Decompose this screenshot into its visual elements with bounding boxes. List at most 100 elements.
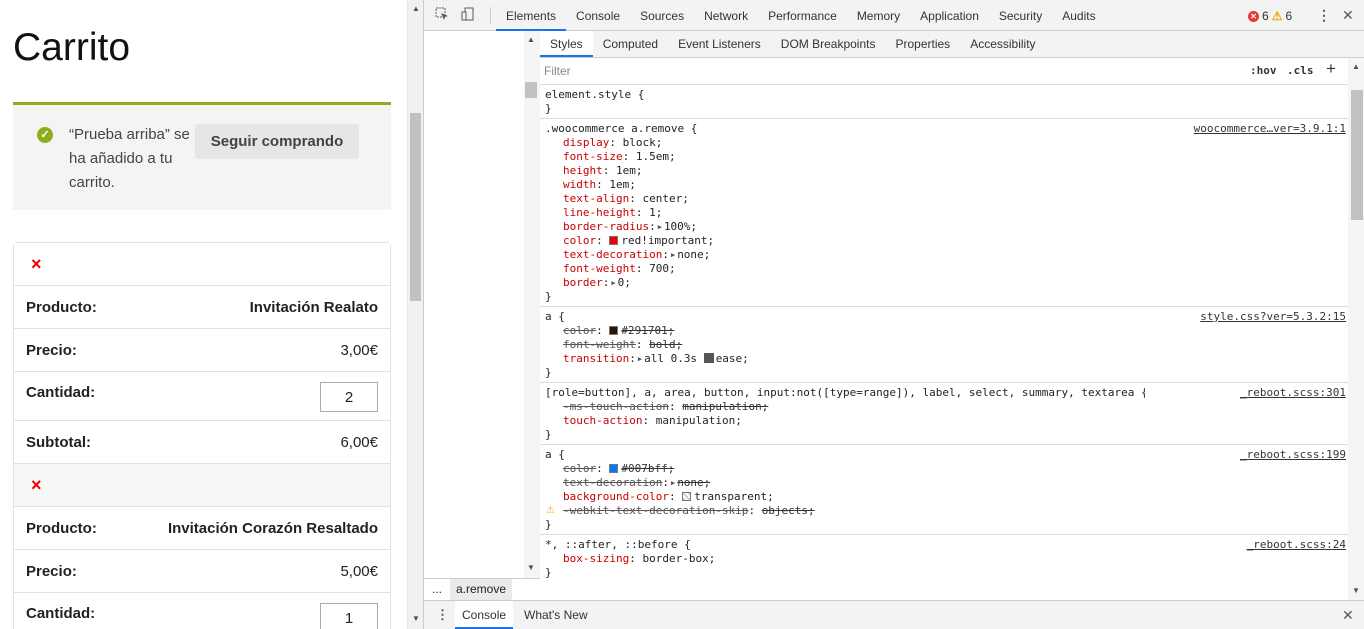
dom-tree-pane[interactable]: ▲ ▼ xyxy=(424,31,540,578)
hov-toggle[interactable]: :hov xyxy=(1250,64,1277,77)
drawer-menu-icon[interactable]: ⋮ xyxy=(436,608,449,621)
tab-accessibility[interactable]: Accessibility xyxy=(960,31,1045,57)
expand-triangle-icon[interactable]: ▶ xyxy=(671,476,675,490)
quantity-input[interactable] xyxy=(320,382,378,412)
property-value: 700; xyxy=(649,262,676,275)
new-style-rule-icon[interactable]: + xyxy=(1326,59,1336,79)
tab-sources[interactable]: Sources xyxy=(630,0,694,31)
product-name[interactable]: Invitación Corazón Resaltado xyxy=(168,520,378,537)
declaration[interactable]: color: red!important; xyxy=(545,234,1344,248)
remove-item-icon[interactable]: × xyxy=(31,254,42,275)
color-swatch[interactable] xyxy=(609,236,619,245)
drawer-bar: ⋮ Console What's New ✕ xyxy=(424,600,1364,629)
expand-triangle-icon[interactable]: ▶ xyxy=(671,248,675,262)
declaration[interactable]: display: block; xyxy=(545,136,1344,150)
style-rule: _reboot.scss:199 a { color: #007bff; tex… xyxy=(540,445,1348,535)
inspect-element-icon[interactable] xyxy=(434,7,450,23)
rule-close: } xyxy=(545,518,552,531)
product-name[interactable]: Invitación Realato xyxy=(250,299,378,316)
tab-console[interactable]: Console xyxy=(566,0,630,31)
declaration[interactable]: border-radius: ▶ 100%; xyxy=(545,220,1344,234)
tab-audits[interactable]: Audits xyxy=(1052,0,1105,31)
styles-scrollbar[interactable]: ▲ ▼ xyxy=(1348,58,1364,600)
scroll-up-arrow-icon[interactable]: ▲ xyxy=(527,35,535,44)
declaration-overridden[interactable]: color: #291701; xyxy=(545,324,1344,338)
rule-source-link[interactable]: woocommerce…ver=3.9.1:1 xyxy=(1194,122,1346,136)
tab-elements[interactable]: Elements xyxy=(496,0,567,31)
dom-scrollbar[interactable]: ▲ ▼ xyxy=(524,31,540,578)
declaration[interactable]: line-height: 1; xyxy=(545,206,1344,220)
declaration[interactable]: width: 1em; xyxy=(545,178,1344,192)
expand-triangle-icon[interactable]: ▶ xyxy=(611,276,615,290)
scrollbar-thumb[interactable] xyxy=(525,82,537,98)
drawer-tab-console[interactable]: Console xyxy=(455,601,514,629)
easing-editor-icon[interactable] xyxy=(703,353,714,363)
declaration-overridden[interactable]: font-weight: bold; xyxy=(545,338,1344,352)
rule-source-link[interactable]: _reboot.scss:199 xyxy=(1240,448,1346,462)
rule-source-link[interactable]: _reboot.scss:301 xyxy=(1240,386,1346,400)
close-icon[interactable]: ✕ xyxy=(1342,7,1354,24)
rule-source-link[interactable]: style.css?ver=5.3.2:15 xyxy=(1200,310,1346,324)
scroll-down-arrow-icon[interactable]: ▼ xyxy=(527,563,535,572)
scroll-up-arrow-icon[interactable]: ▲ xyxy=(1352,62,1360,71)
rule-selector[interactable]: [role=button], a, area, button, input:no… xyxy=(545,386,1145,400)
breadcrumb-selected[interactable]: a.remove xyxy=(450,579,513,600)
tab-memory[interactable]: Memory xyxy=(847,0,910,31)
issue-counts[interactable]: ✕ 6 ⚠ 6 xyxy=(1248,9,1292,23)
tab-network[interactable]: Network xyxy=(694,0,758,31)
declaration[interactable]: box-sizing: border-box; xyxy=(545,552,1344,566)
rule-selector[interactable]: element.style { xyxy=(545,88,1344,102)
expand-triangle-icon[interactable]: ▶ xyxy=(658,220,662,234)
rule-selector[interactable]: *, ::after, ::before { xyxy=(545,538,1344,552)
declaration[interactable]: touch-action: manipulation; xyxy=(545,414,1344,428)
declaration[interactable]: transition: ▶ all 0.3s ease; xyxy=(545,352,1344,366)
declaration[interactable]: border: ▶ 0; xyxy=(545,276,1344,290)
tab-styles[interactable]: Styles xyxy=(540,31,593,57)
tab-security[interactable]: Security xyxy=(989,0,1052,31)
property-name: display xyxy=(563,136,610,149)
tab-dom-breakpoints[interactable]: DOM Breakpoints xyxy=(771,31,886,57)
tab-computed[interactable]: Computed xyxy=(593,31,668,57)
quantity-label: Cantidad: xyxy=(26,605,96,622)
rule-source-link[interactable]: _reboot.scss:24 xyxy=(1247,538,1346,552)
quantity-label: Cantidad: xyxy=(26,384,96,401)
declaration-overridden[interactable]: color: #007bff; xyxy=(545,462,1344,476)
device-toolbar-icon[interactable] xyxy=(460,7,476,23)
color-swatch[interactable] xyxy=(609,464,619,473)
color-swatch[interactable] xyxy=(609,326,619,335)
rule-selector[interactable]: a { xyxy=(545,448,1344,462)
scrollbar-thumb[interactable] xyxy=(410,113,421,301)
declaration-overridden[interactable]: text-decoration: ▶ none; xyxy=(545,476,1344,490)
rule-close: } xyxy=(545,290,552,303)
color-swatch[interactable] xyxy=(682,492,692,501)
cls-toggle[interactable]: .cls xyxy=(1287,64,1314,77)
drawer-tab-whats-new[interactable]: What's New xyxy=(517,601,595,629)
tab-event-listeners[interactable]: Event Listeners xyxy=(668,31,771,57)
tab-properties[interactable]: Properties xyxy=(885,31,960,57)
declaration[interactable]: text-decoration: ▶ none; xyxy=(545,248,1344,262)
devtools-toolbar: Elements Console Sources Network Perform… xyxy=(424,0,1364,31)
scroll-down-arrow-icon[interactable]: ▼ xyxy=(1352,586,1360,595)
expand-triangle-icon[interactable]: ▶ xyxy=(638,352,642,366)
declaration[interactable]: height: 1em; xyxy=(545,164,1344,178)
filter-input[interactable] xyxy=(542,61,1240,81)
scroll-up-arrow-icon[interactable]: ▲ xyxy=(412,4,420,13)
declaration[interactable]: background-color: transparent; xyxy=(545,490,1344,504)
declaration[interactable]: font-weight: 700; xyxy=(545,262,1344,276)
declaration[interactable]: text-align: center; xyxy=(545,192,1344,206)
remove-item-icon[interactable]: × xyxy=(31,475,42,496)
close-drawer-icon[interactable]: ✕ xyxy=(1342,607,1354,624)
tab-application[interactable]: Application xyxy=(910,0,989,31)
property-name: background-color xyxy=(563,490,669,503)
declaration-overridden[interactable]: ⚠ -webkit-text-decoration-skip: objects; xyxy=(545,504,1344,518)
more-options-icon[interactable]: ⋮ xyxy=(1317,8,1331,22)
tab-performance[interactable]: Performance xyxy=(758,0,847,31)
declaration[interactable]: font-size: 1.5em; xyxy=(545,150,1344,164)
breadcrumb-more[interactable]: ... xyxy=(432,582,442,596)
scrollbar-thumb[interactable] xyxy=(1351,90,1363,220)
page-scrollbar[interactable]: ▲ ▼ xyxy=(407,0,423,629)
continue-shopping-button[interactable]: Seguir comprando xyxy=(195,124,359,159)
quantity-input[interactable] xyxy=(320,603,378,629)
scroll-down-arrow-icon[interactable]: ▼ xyxy=(412,614,420,623)
declaration-overridden[interactable]: -ms-touch-action: manipulation; xyxy=(545,400,1344,414)
